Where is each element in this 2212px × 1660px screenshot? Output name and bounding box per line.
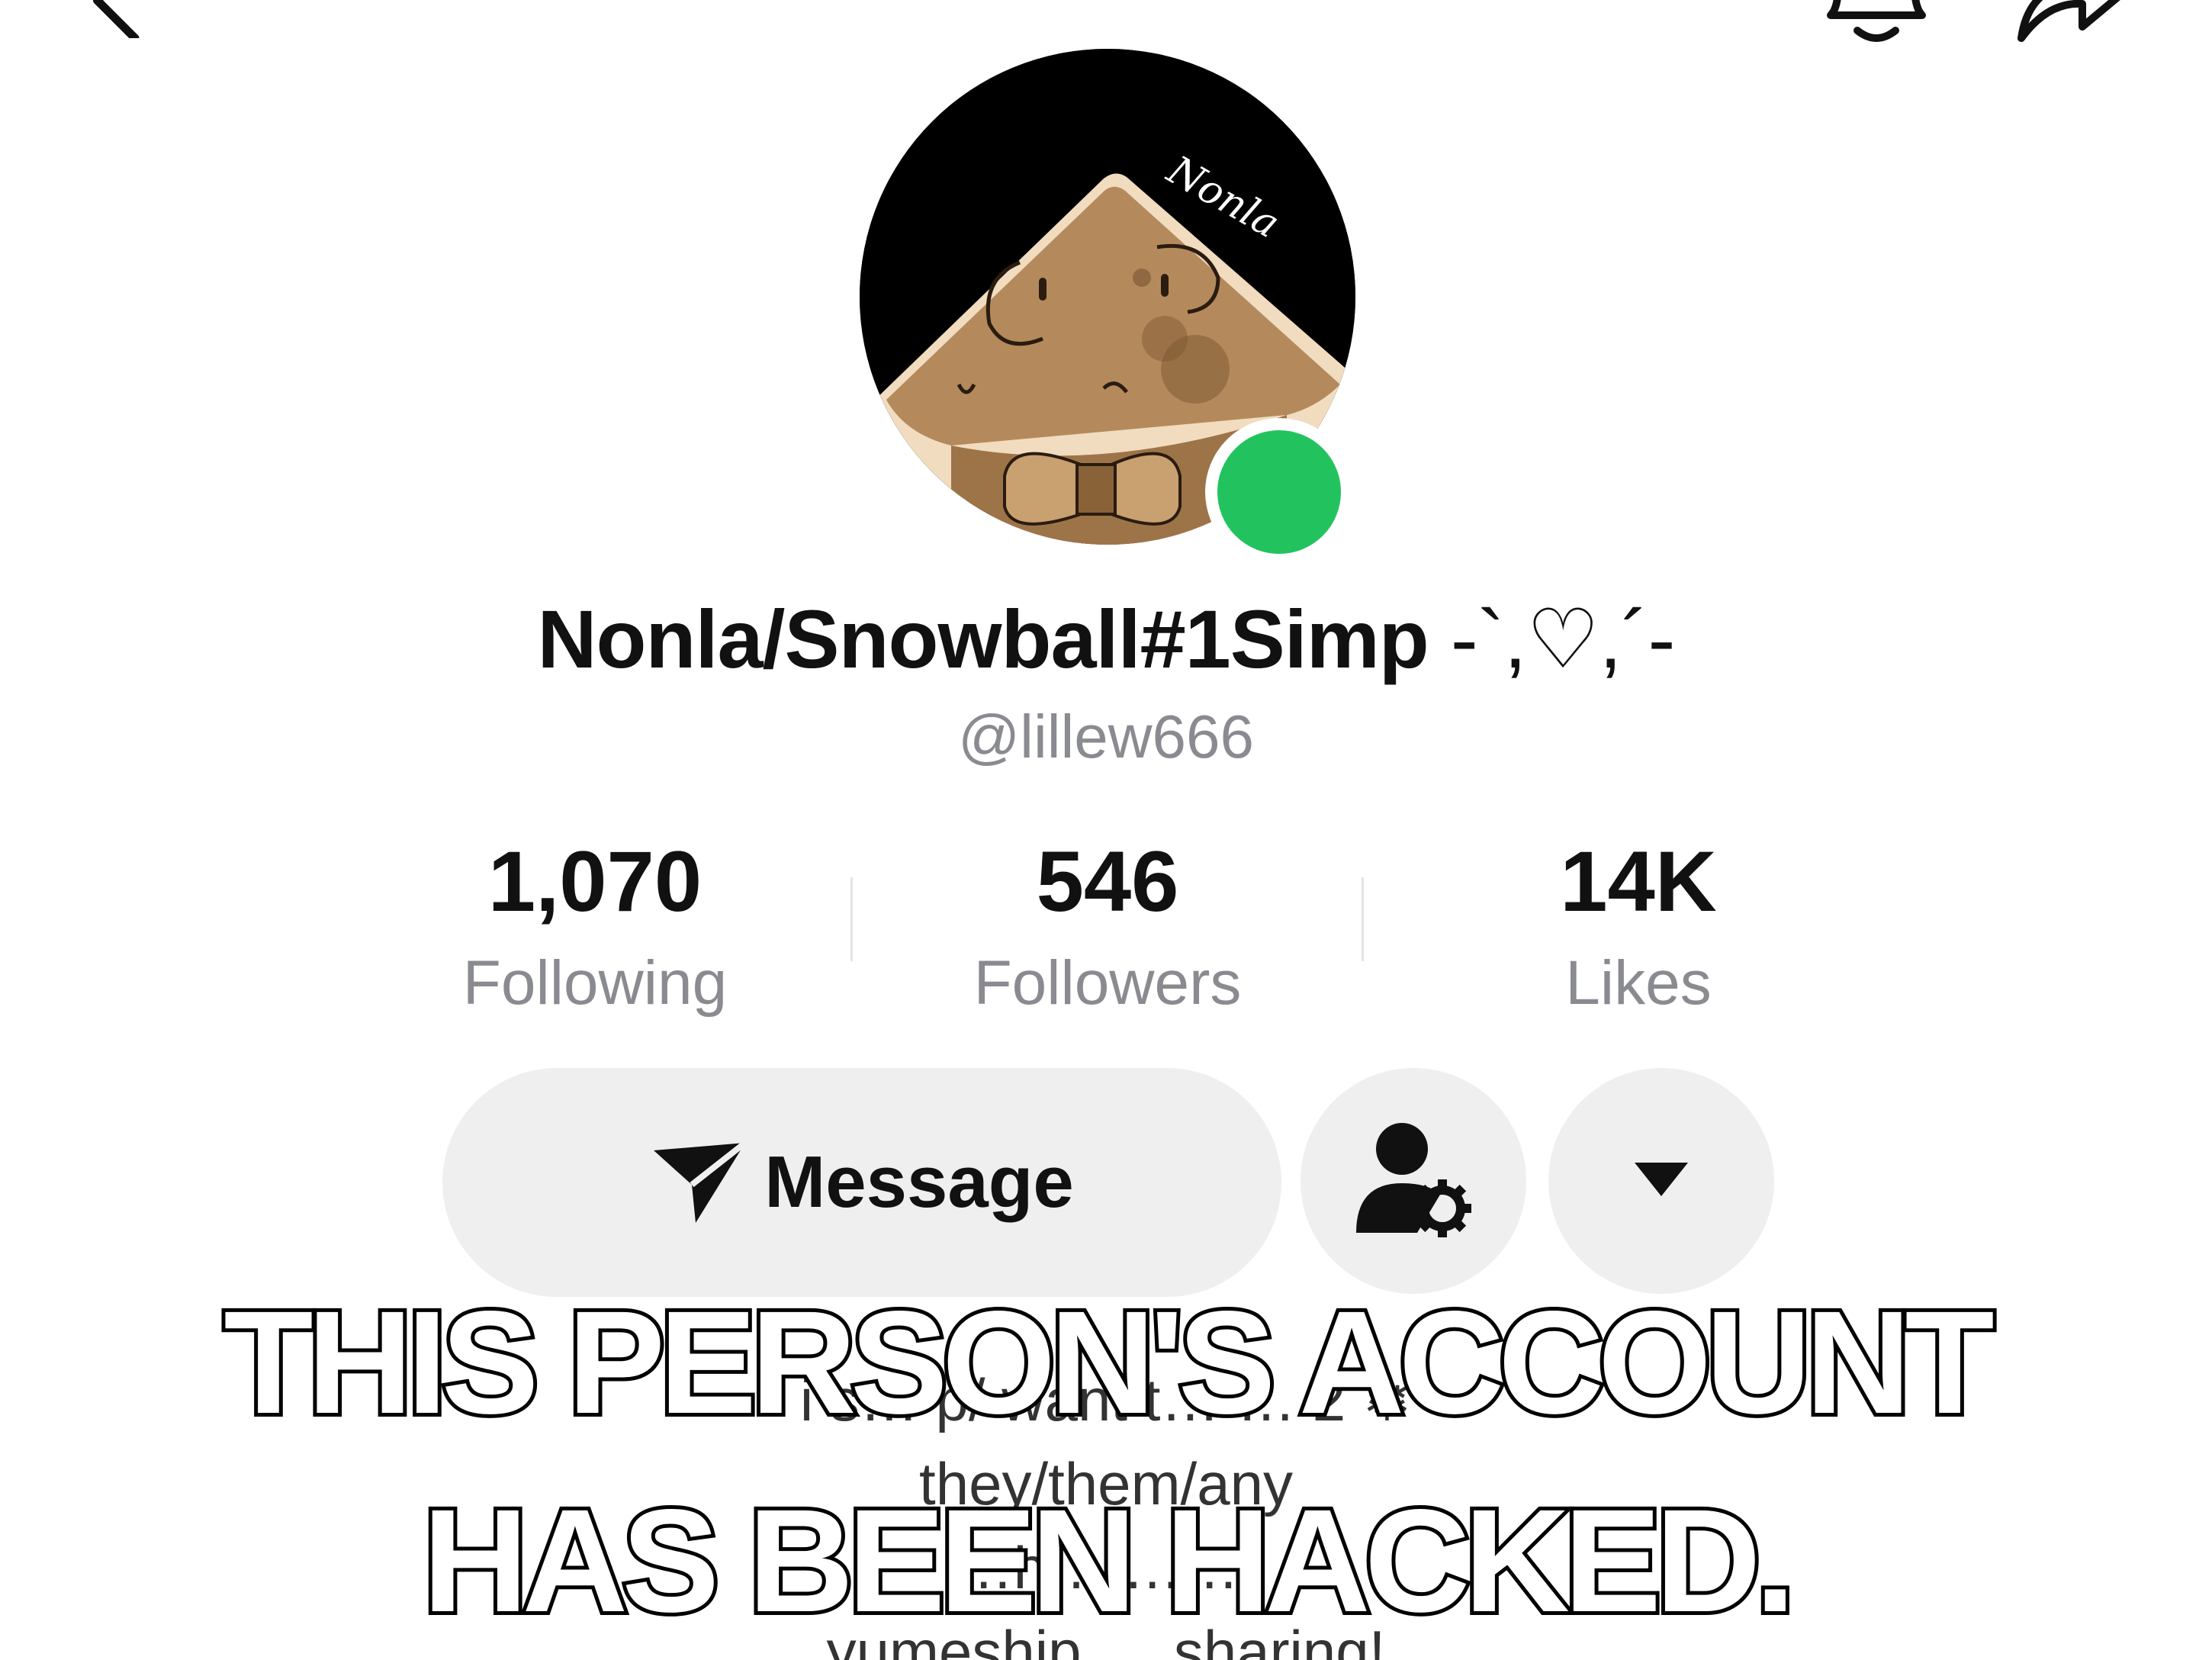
username-handle: @lillew666 xyxy=(957,703,1255,770)
display-name: Nonla/Snowball#1Simp -`,♡,´- xyxy=(0,591,2212,687)
stat-followers[interactable]: 546 Followers xyxy=(909,839,1306,1019)
more-dropdown-button[interactable] xyxy=(1548,1068,1774,1294)
caption-overlay-line: HAS BEEN HACKED. xyxy=(419,1478,1799,1642)
follow-settings-button[interactable] xyxy=(1301,1068,1526,1294)
message-button-label: Message xyxy=(764,1141,1074,1223)
followers-label: Followers xyxy=(973,948,1242,1018)
stat-likes[interactable]: 14K Likes xyxy=(1440,839,1837,1019)
caret-down-icon xyxy=(1631,1157,1692,1206)
likes-count: 14K xyxy=(1560,834,1717,929)
back-arrow-icon[interactable] xyxy=(76,0,160,43)
send-icon xyxy=(650,1135,749,1231)
stat-divider xyxy=(1362,877,1364,961)
likes-label: Likes xyxy=(1565,948,1712,1018)
display-name-text: Nonla/Snowball#1Simp xyxy=(537,593,1429,685)
followers-count: 546 xyxy=(1036,834,1179,929)
display-name-decoration: -`,♡,´- xyxy=(1428,593,1676,685)
person-gear-icon xyxy=(1352,1118,1474,1244)
stat-divider xyxy=(850,877,853,961)
bell-icon[interactable] xyxy=(1815,0,1937,50)
following-count: 1,070 xyxy=(487,834,703,929)
share-icon[interactable] xyxy=(2006,0,2136,50)
message-button[interactable]: Message xyxy=(442,1068,1281,1297)
stat-following[interactable]: 1,070 Following xyxy=(397,839,793,1019)
caption-overlay-line: THIS PERSON'S ACCOUNT xyxy=(220,1280,1998,1444)
following-label: Following xyxy=(462,948,728,1018)
online-status-dot xyxy=(1205,418,1353,566)
profile-screen: Nonla Nonla/Snowball#1Simp -`,♡,´- @lill… xyxy=(0,0,2212,1660)
